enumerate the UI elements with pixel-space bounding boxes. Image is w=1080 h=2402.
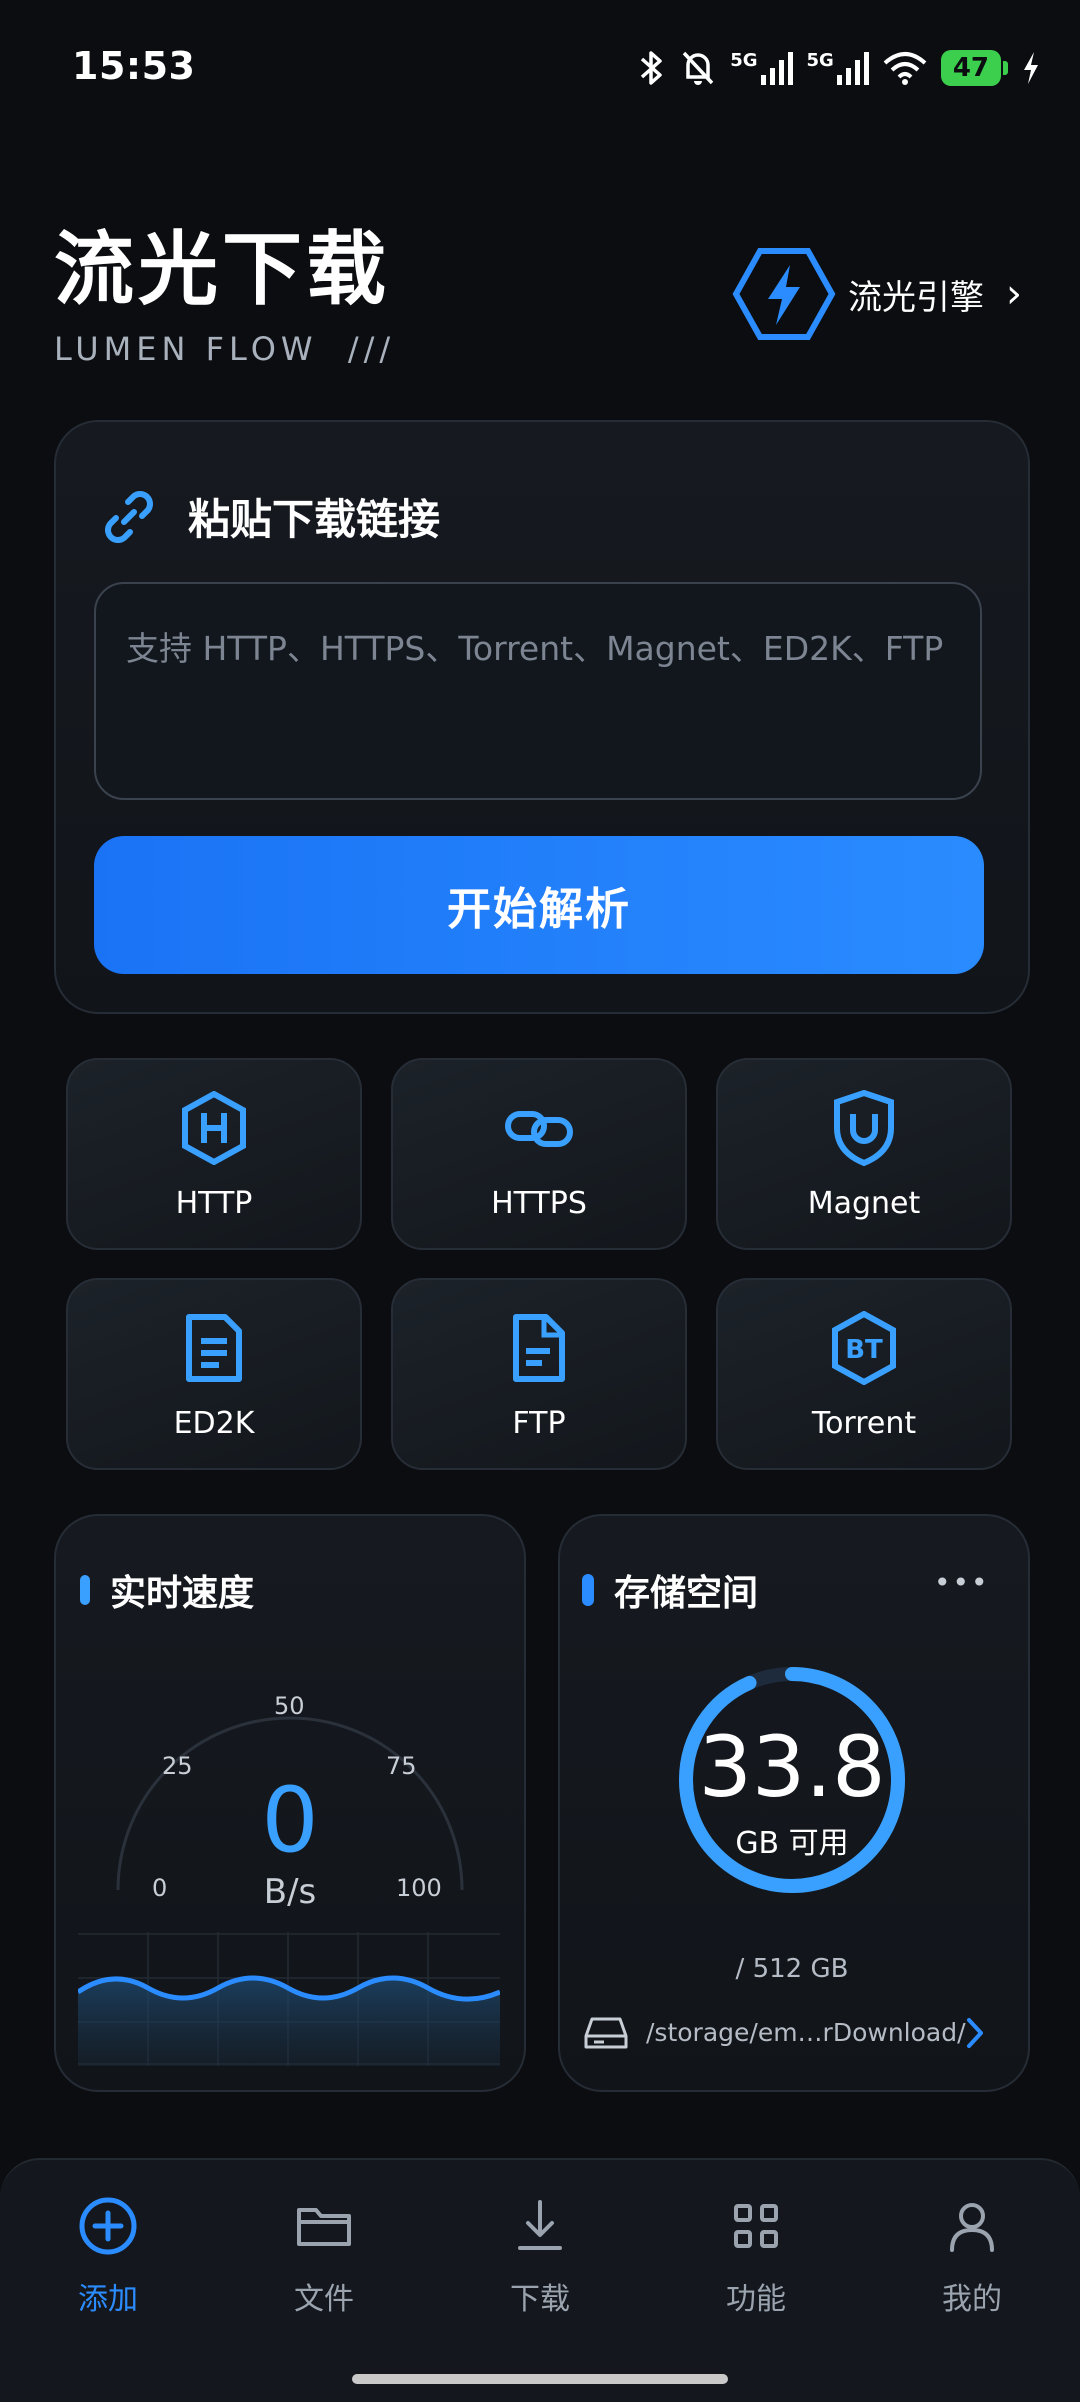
status-time: 15:53 (72, 44, 196, 88)
protocol-label: FTP (512, 1406, 566, 1441)
nav-profile[interactable]: 我的 (864, 2196, 1080, 2318)
paste-card-header: 粘贴下载链接 (100, 486, 440, 547)
battery-level: 47 (940, 50, 1001, 86)
storage-card-header: 存储空间 (582, 1564, 758, 1616)
magnet-shield-icon (834, 1090, 894, 1166)
chevron-right-icon[interactable] (964, 2016, 986, 2050)
download-icon (518, 2200, 562, 2250)
protocol-tile-http[interactable]: HTTP (66, 1058, 362, 1250)
protocol-label: ED2K (173, 1406, 255, 1441)
file-icon (513, 1314, 565, 1382)
nav-label: 我的 (942, 2282, 1002, 2317)
nav-add[interactable]: 添加 (0, 2196, 216, 2318)
status-icons: 5G 5G 47 (636, 46, 1040, 90)
nav-files[interactable]: 文件 (216, 2196, 432, 2318)
bluetooth-icon (641, 51, 662, 85)
paste-card-title: 粘贴下载链接 (188, 495, 441, 544)
protocol-label: Magnet (807, 1186, 921, 1221)
signal-icon (836, 52, 869, 85)
nav-label: 文件 (294, 2282, 354, 2317)
nav-downloads[interactable]: 下载 (432, 2196, 648, 2318)
speed-value: 0 (261, 1768, 319, 1873)
protocol-tile-magnet[interactable]: Magnet (716, 1058, 1012, 1250)
svg-text:BT: BT (845, 1335, 883, 1365)
speed-card-header: 实时速度 (80, 1564, 254, 1616)
nav-label: 下载 (510, 2282, 570, 2317)
storage-available-value: 33.8 (698, 1718, 886, 1816)
gauge-tick: 50 (274, 1692, 305, 1720)
accent-bar (582, 1574, 594, 1606)
gauge-tick: 0 (152, 1874, 168, 1902)
network-label: 5G (730, 50, 758, 71)
bell-muted-icon (682, 51, 714, 85)
speed-unit: B/s (263, 1872, 317, 1912)
link-icon (105, 490, 153, 543)
protocol-label: Torrent (811, 1406, 917, 1441)
grid-icon (734, 2204, 778, 2248)
app-title: 流光下载 (54, 223, 390, 316)
protocol-label: HTTPS (491, 1186, 587, 1221)
storage-total: / 512 GB (735, 1954, 849, 1984)
wifi-icon (883, 52, 927, 85)
drive-icon (584, 2017, 628, 2049)
folder-icon (297, 2208, 351, 2246)
battery-icon: 47 (940, 50, 1008, 86)
speed-wave-chart (78, 1932, 500, 2066)
app-subtitle: LUMEN FLOW /// (54, 330, 396, 368)
nav-label: 功能 (726, 2282, 786, 2317)
storage-available-label: GB 可用 (735, 1826, 849, 1861)
engine-button[interactable]: 流光引擎 › (732, 244, 1022, 344)
gauge-tick: 25 (162, 1752, 193, 1780)
gauge-tick: 100 (396, 1874, 442, 1902)
protocol-tile-ftp[interactable]: FTP (391, 1278, 687, 1470)
download-path[interactable]: /storage/em…rDownload/ (646, 2018, 966, 2047)
http-hexagon-icon (182, 1091, 246, 1165)
bolt-hexagon-icon (732, 248, 836, 340)
home-indicator[interactable] (352, 2374, 728, 2384)
person-icon (950, 2203, 994, 2252)
charging-icon (1024, 52, 1038, 84)
protocol-label: HTTP (175, 1186, 253, 1221)
protocol-tile-https[interactable]: HTTPS (391, 1058, 687, 1250)
start-parse-button[interactable]: 开始解析 (94, 836, 984, 974)
link-input[interactable]: 支持 HTTP、HTTPS、Torrent、Magnet、ED2K、FTP (94, 582, 982, 800)
link-chain-icon (505, 1111, 573, 1147)
chevron-right-icon: › (1006, 271, 1022, 317)
document-icon (186, 1314, 242, 1382)
protocol-tile-ed2k[interactable]: ED2K (66, 1278, 362, 1470)
storage-card-title: 存储空间 (614, 1573, 759, 1614)
nav-features[interactable]: 功能 (648, 2196, 864, 2318)
more-options-icon[interactable]: ••• (934, 1566, 990, 1599)
engine-label: 流光引擎 (848, 277, 984, 318)
protocol-tile-torrent[interactable]: BT Torrent (716, 1278, 1012, 1470)
speed-card-title: 实时速度 (110, 1573, 255, 1614)
plus-circle-icon (79, 2197, 137, 2255)
gauge-tick: 75 (386, 1752, 417, 1780)
signal-icon (760, 52, 793, 85)
network-label: 5G (806, 50, 834, 71)
accent-bar (80, 1575, 90, 1605)
nav-label: 添加 (78, 2282, 138, 2317)
bt-hexagon-icon: BT (832, 1311, 896, 1385)
